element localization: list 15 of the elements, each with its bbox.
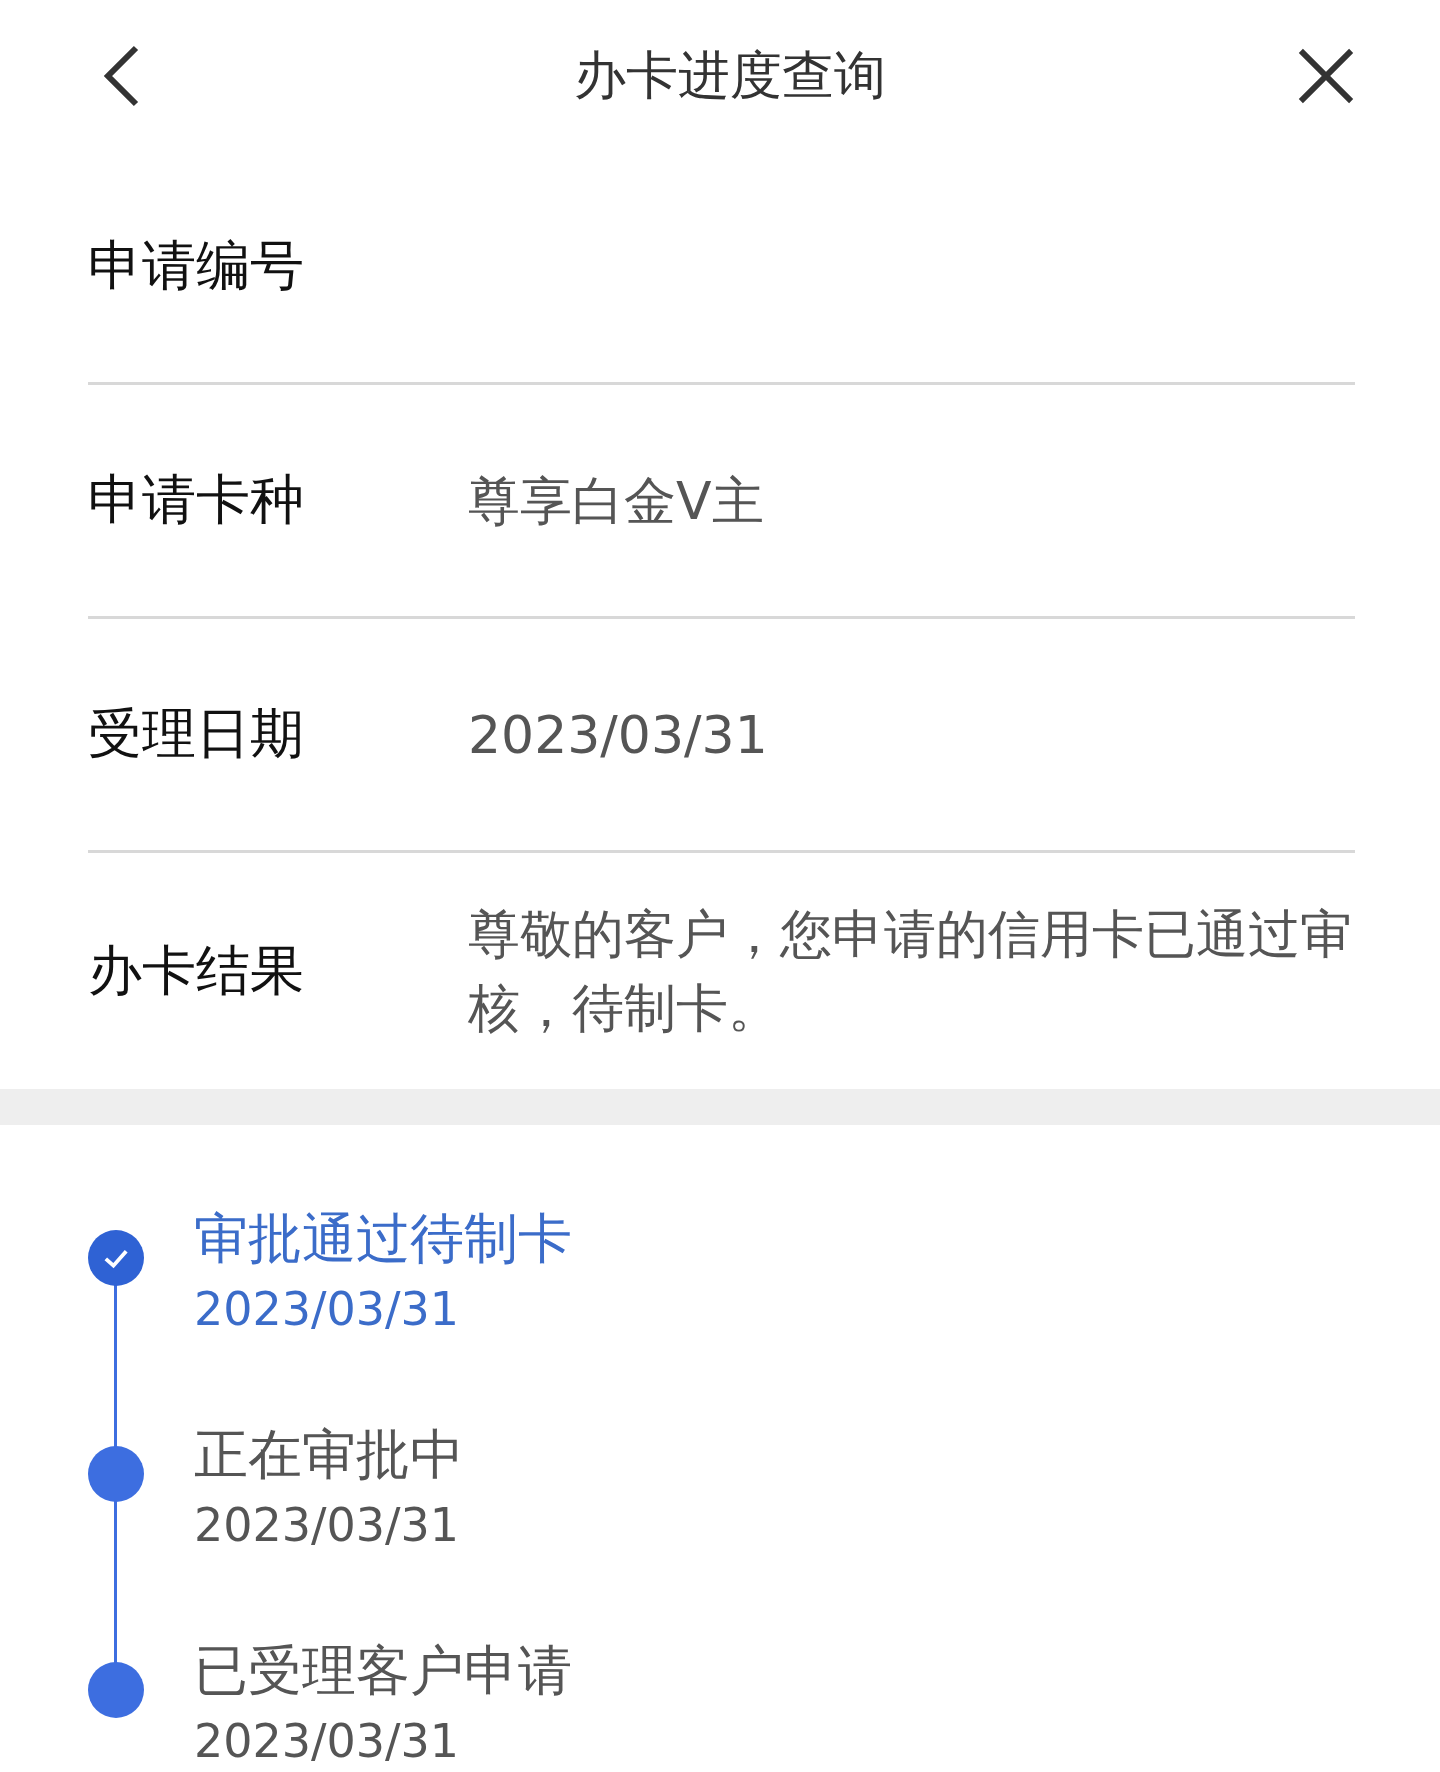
field-value: 2023/03/31 bbox=[468, 703, 768, 767]
close-icon[interactable] bbox=[1297, 46, 1355, 105]
field-value: 尊敬的客户，您申请的信用卡已通过审核，待制卡。 bbox=[468, 903, 1353, 1040]
step-title: 已受理客户申请 bbox=[194, 1638, 572, 1704]
field-label: 受理日期 bbox=[88, 701, 305, 767]
field-label: 办卡结果 bbox=[88, 937, 305, 1004]
step-date: 2023/03/31 bbox=[194, 1281, 461, 1338]
field-label: 申请卡种 bbox=[88, 467, 305, 533]
field-value: 尊享白金V主 bbox=[468, 469, 764, 533]
page-title: 办卡进度查询 bbox=[573, 43, 886, 107]
step-title: 审批通过待制卡 bbox=[194, 1206, 572, 1272]
step-date: 2023/03/31 bbox=[194, 1497, 461, 1554]
step-title: 正在审批中 bbox=[194, 1422, 464, 1488]
field-label: 申请编号 bbox=[88, 233, 305, 299]
step-date: 2023/03/31 bbox=[194, 1713, 461, 1770]
